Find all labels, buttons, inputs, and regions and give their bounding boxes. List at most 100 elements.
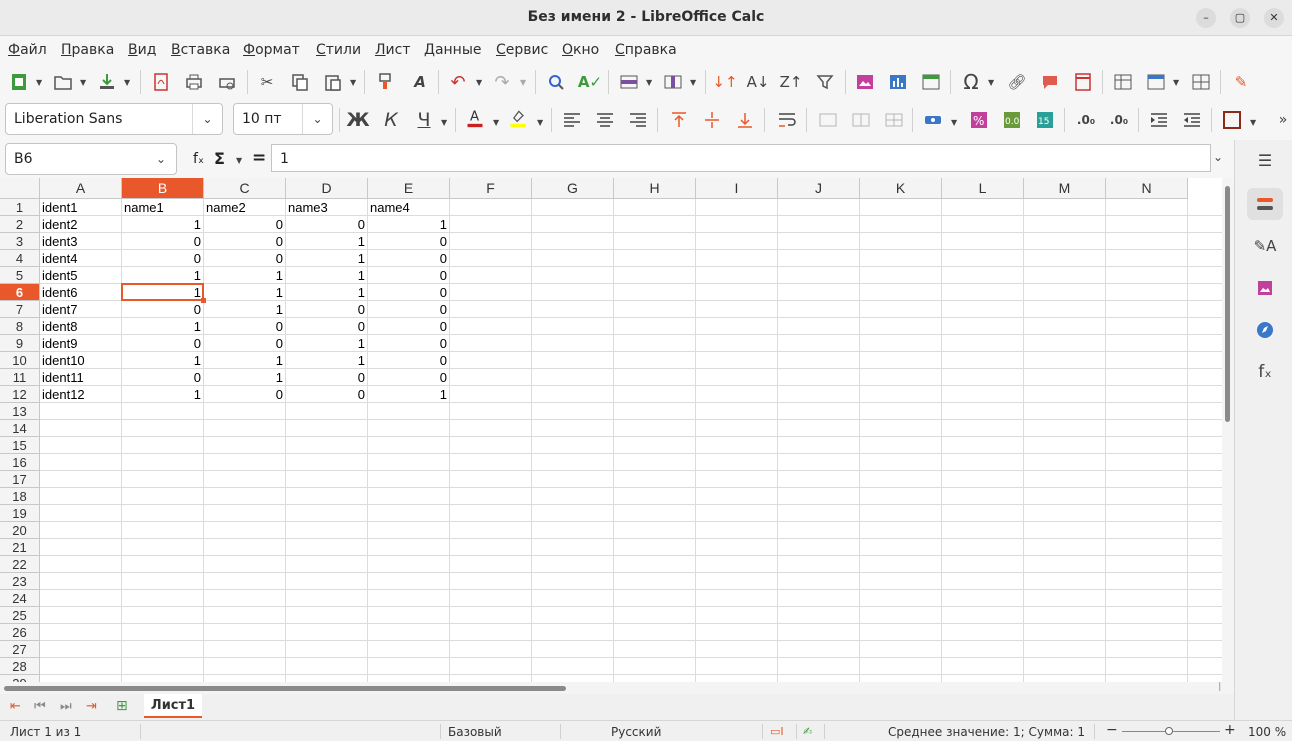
column-header-k[interactable]: K [860, 178, 942, 199]
cell-a8[interactable]: ident8 [40, 318, 121, 335]
properties-icon[interactable] [1247, 188, 1283, 220]
horizontal-scroll-thumb[interactable] [4, 686, 566, 691]
row-header-23[interactable]: 23 [0, 573, 40, 590]
cell-c3[interactable]: 0 [204, 233, 285, 250]
cell-b1[interactable]: name1 [122, 199, 203, 216]
unmerge-cells-icon[interactable] [881, 107, 907, 133]
column-header-n[interactable]: N [1106, 178, 1188, 199]
row-header-25[interactable]: 25 [0, 607, 40, 624]
undo-icon[interactable]: ↶ [445, 69, 471, 95]
sort-descending-icon[interactable]: Z↑ [778, 69, 804, 95]
row-header-13[interactable]: 13 [0, 403, 40, 420]
cell-e11[interactable]: 0 [368, 369, 449, 386]
clone-formatting-icon[interactable] [372, 69, 398, 95]
center-vertically-icon[interactable] [699, 107, 725, 133]
cell-e8[interactable]: 0 [368, 318, 449, 335]
spreadsheet-grid[interactable]: ABCDEFGHIJKLMN 1 2 3 4 5 6 7 8 9 10 11 12 13 14 15 16 17… [0, 178, 1222, 682]
row-header-3[interactable]: 3 [0, 233, 40, 250]
zoom-out-icon[interactable]: − [1106, 722, 1118, 738]
cell-d9[interactable]: 1 [286, 335, 367, 352]
name-box[interactable]: B6 ⌄ [5, 143, 177, 175]
cell-b2[interactable]: 1 [122, 216, 203, 233]
cell-b5[interactable]: 1 [122, 267, 203, 284]
cell-b12[interactable]: 1 [122, 386, 203, 403]
cell-c1[interactable]: name2 [204, 199, 285, 216]
cell-d4[interactable]: 1 [286, 250, 367, 267]
freeze-rows-columns-icon[interactable] [1143, 69, 1169, 95]
chevron-down-icon[interactable]: ⌄ [146, 144, 176, 174]
print-icon[interactable] [181, 69, 207, 95]
menu-help[interactable]: Справка [615, 42, 677, 58]
row-header-22[interactable]: 22 [0, 556, 40, 573]
column-header-h[interactable]: H [614, 178, 696, 199]
row-header-28[interactable]: 28 [0, 658, 40, 675]
special-character-icon[interactable]: Ω [958, 69, 984, 95]
format-as-percent-icon[interactable]: % [966, 107, 992, 133]
chevron-down-icon[interactable]: ▼ [1173, 78, 1179, 87]
column-header-l[interactable]: L [942, 178, 1024, 199]
insert-chart-icon[interactable] [885, 69, 911, 95]
chevron-down-icon[interactable]: ▼ [690, 78, 696, 87]
function-wizard-icon[interactable]: fₓ [193, 151, 204, 167]
chevron-down-icon[interactable]: ▼ [493, 118, 499, 127]
menu-view[interactable]: Вид [128, 42, 156, 58]
cell-d5[interactable]: 1 [286, 267, 367, 284]
cell-d1[interactable]: name3 [286, 199, 367, 216]
chevron-down-icon[interactable]: ▼ [350, 78, 356, 87]
cell-e10[interactable]: 0 [368, 352, 449, 369]
row-header-5[interactable]: 5 [0, 267, 40, 284]
cell-e9[interactable]: 0 [368, 335, 449, 352]
cell-d12[interactable]: 0 [286, 386, 367, 403]
cut-icon[interactable]: ✂ [254, 69, 280, 95]
column-header-g[interactable]: G [532, 178, 614, 199]
cell-a12[interactable]: ident12 [40, 386, 121, 403]
zoom-slider-thumb[interactable] [1165, 727, 1173, 735]
row-header-12[interactable]: 12 [0, 386, 40, 403]
chevron-down-icon[interactable]: ▼ [124, 78, 130, 87]
menu-data[interactable]: Данные [424, 42, 482, 58]
sheet-position[interactable]: Лист 1 из 1 [10, 725, 81, 739]
column-header-c[interactable]: C [204, 178, 286, 199]
row-header-2[interactable]: 2 [0, 216, 40, 233]
column-header-m[interactable]: M [1024, 178, 1106, 199]
last-sheet-icon[interactable]: ⇥ [86, 699, 97, 714]
next-sheet-icon[interactable]: ⏭ [60, 699, 72, 714]
align-top-icon[interactable] [666, 107, 692, 133]
cell-b8[interactable]: 1 [122, 318, 203, 335]
cell-e1[interactable]: name4 [368, 199, 449, 216]
sheet-tab-1[interactable]: Лист1 [144, 694, 202, 718]
chevron-down-icon[interactable]: ▼ [441, 118, 447, 127]
cell-c2[interactable]: 0 [204, 216, 285, 233]
formula-input[interactable]: 1 [271, 144, 1211, 172]
menu-edit[interactable]: Правка [61, 42, 114, 58]
font-size-combo[interactable]: 10 пт ⌄ [233, 103, 333, 135]
menu-window[interactable]: Окно [562, 42, 599, 58]
column-header-a[interactable]: A [40, 178, 122, 199]
menu-tools[interactable]: Сервис [496, 42, 548, 58]
row-icon[interactable] [616, 69, 642, 95]
cell-a4[interactable]: ident4 [40, 250, 121, 267]
row-header-8[interactable]: 8 [0, 318, 40, 335]
spellcheck-icon[interactable]: A✓ [577, 69, 603, 95]
cell-b10[interactable]: 1 [122, 352, 203, 369]
cell-a7[interactable]: ident7 [40, 301, 121, 318]
autofilter-icon[interactable] [812, 69, 838, 95]
draw-functions-icon[interactable]: ✎ [1228, 69, 1254, 95]
digital-signature-icon[interactable]: ✍ [803, 725, 812, 738]
zoom-in-icon[interactable]: + [1224, 722, 1236, 738]
gallery-icon[interactable] [1247, 272, 1283, 304]
row-header-26[interactable]: 26 [0, 624, 40, 641]
cell-e6[interactable]: 0 [368, 284, 449, 301]
split-window-icon[interactable] [1188, 69, 1214, 95]
more-options-icon[interactable]: » [1270, 107, 1292, 133]
menu-sheet[interactable]: Лист [375, 42, 410, 58]
cell-e2[interactable]: 1 [368, 216, 449, 233]
sort-icon[interactable]: ↓↑ [712, 69, 738, 95]
row-header-27[interactable]: 27 [0, 641, 40, 658]
formula-icon[interactable]: = [252, 148, 266, 168]
row-header-19[interactable]: 19 [0, 505, 40, 522]
first-sheet-icon[interactable]: ⇤ [10, 699, 21, 714]
align-right-icon[interactable] [625, 107, 651, 133]
chevron-down-icon[interactable]: ⌄ [302, 104, 332, 134]
styles-icon[interactable]: ✎A [1247, 230, 1283, 262]
